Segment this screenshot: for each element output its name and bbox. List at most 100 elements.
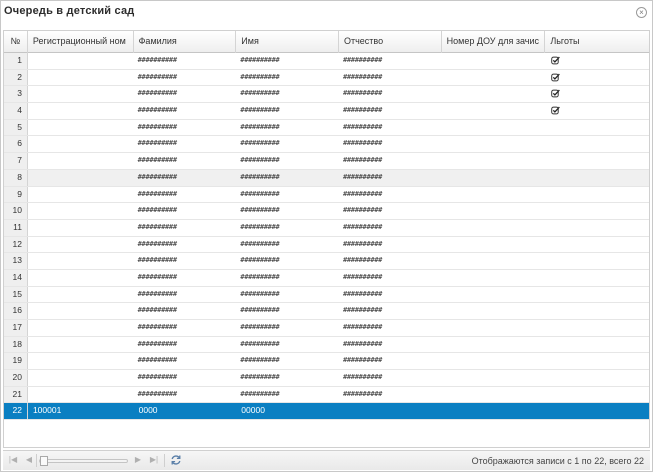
cell-number: 4: [4, 103, 28, 119]
cell-last-name: ##########: [137, 172, 177, 181]
cell-number: 15: [4, 286, 28, 303]
cell-number: 20: [4, 370, 28, 386]
cell-first-name: ##########: [240, 256, 280, 265]
cell-last-name: ##########: [137, 389, 177, 398]
prev-page-icon[interactable]: ◀: [24, 455, 34, 465]
table-row[interactable]: 13 ########## ########## ##########: [4, 253, 649, 270]
table-row[interactable]: 19 ########## ########## ##########: [4, 353, 649, 371]
table-row[interactable]: 8 ########## ########## ##########: [4, 169, 649, 187]
cell-first-name: ##########: [240, 373, 280, 382]
cell-dou-number: [442, 203, 546, 219]
cell-dou-number: [442, 103, 546, 119]
cell-dou-number: [442, 237, 546, 253]
column-dou-number-header[interactable]: Номер ДОУ для зачис: [442, 31, 546, 53]
cell-last-name: ##########: [137, 373, 177, 382]
cell-middle-name: ##########: [342, 122, 383, 131]
table-row[interactable]: 21 ########## ########## ##########: [4, 386, 649, 404]
cell-reg-number: [28, 153, 134, 169]
cell-dou-number: [442, 86, 546, 102]
cell-first-name: ##########: [240, 72, 280, 81]
cell-benefits: [545, 370, 649, 386]
cell-number: 14: [4, 269, 28, 286]
cell-middle-name: ##########: [342, 189, 383, 198]
cell-benefits: [545, 70, 649, 86]
cell-first-name: ##########: [240, 389, 280, 398]
cell-benefits: [545, 303, 649, 319]
cell-first-name: ##########: [240, 222, 280, 231]
cell-reg-number: 100001: [32, 405, 62, 416]
table-row[interactable]: 1 ########## ########## ##########: [4, 53, 649, 70]
cell-dou-number: [442, 387, 546, 403]
column-reg-number-header[interactable]: Регистрационный ном: [28, 31, 134, 53]
cell-reg-number: [28, 287, 134, 303]
cell-last-name: ##########: [137, 289, 177, 298]
page-slider[interactable]: [39, 456, 128, 466]
cell-number: 12: [4, 236, 28, 253]
table-row[interactable]: 4 ########## ########## ##########: [4, 103, 649, 120]
cell-number: 7: [4, 153, 28, 169]
column-first-name-header[interactable]: Имя: [236, 31, 339, 53]
first-page-icon[interactable]: |◀: [8, 455, 18, 465]
cell-last-name: ##########: [137, 189, 177, 198]
column-middle-name-header[interactable]: Отчество: [339, 31, 442, 53]
cell-dou-number: [442, 287, 546, 303]
close-icon[interactable]: ×: [636, 7, 647, 18]
table-row[interactable]: 18 ########## ########## ##########: [4, 336, 649, 354]
cell-last-name: ##########: [137, 206, 177, 215]
cell-last-name: ##########: [137, 139, 177, 148]
cell-dou-number: [442, 370, 546, 386]
table-row[interactable]: 14 ########## ########## ##########: [4, 269, 649, 287]
table-row[interactable]: 17 ########## ########## ##########: [4, 320, 649, 337]
table-row[interactable]: 16 ########## ########## ##########: [4, 303, 649, 320]
cell-reg-number: [28, 187, 134, 203]
cell-reg-number: [28, 303, 134, 319]
cell-first-name: ##########: [240, 272, 280, 281]
paging-status: Отображаются записи с 1 по 22, всего 22: [471, 456, 644, 466]
cell-reg-number: [28, 220, 134, 236]
table-row[interactable]: 9 ########## ########## ##########: [4, 186, 649, 204]
cell-last-name: ##########: [137, 323, 177, 331]
table-row[interactable]: 10 ########## ########## ##########: [4, 203, 649, 220]
cell-first-name: ##########: [240, 339, 280, 348]
table-row[interactable]: 12 ########## ########## ##########: [4, 236, 649, 254]
cell-reg-number: [28, 270, 134, 286]
toolbar-separator: [164, 454, 165, 467]
table-row[interactable]: 15 ########## ########## ##########: [4, 286, 649, 304]
toolbar-separator: [36, 454, 37, 467]
table-row[interactable]: 3 ########## ########## ##########: [4, 86, 649, 104]
cell-middle-name: ##########: [342, 156, 383, 165]
column-number-header[interactable]: №: [4, 31, 28, 53]
cell-reg-number: [28, 237, 134, 253]
table-row[interactable]: 5 ########## ########## ##########: [4, 119, 649, 137]
cell-dou-number: [442, 353, 546, 369]
column-last-name-header[interactable]: Фамилия: [134, 31, 237, 53]
cell-last-name: ##########: [137, 89, 177, 98]
cell-benefits: [545, 270, 649, 286]
cell-first-name: ##########: [240, 206, 280, 215]
cell-dou-number: [442, 70, 546, 86]
cell-benefits: [545, 220, 649, 236]
cell-last-name: ##########: [137, 306, 177, 315]
table-row[interactable]: 2 ########## ########## ##########: [4, 69, 649, 87]
column-benefits-header[interactable]: Льготы: [545, 31, 649, 53]
cell-middle-name: ##########: [342, 222, 383, 231]
cell-dou-number: [442, 270, 546, 286]
cell-first-name: ##########: [240, 56, 280, 64]
cell-benefits: [545, 287, 649, 303]
table-row[interactable]: 22 100001 0000 00000: [4, 403, 649, 421]
page-slider-handle[interactable]: [40, 456, 48, 466]
next-page-icon[interactable]: ▶: [133, 455, 143, 465]
cell-dou-number: [442, 403, 546, 419]
last-page-icon[interactable]: ▶|: [149, 455, 159, 465]
cell-middle-name: ##########: [342, 323, 383, 331]
cell-first-name: ##########: [240, 289, 280, 298]
refresh-icon[interactable]: [170, 454, 182, 466]
table-row[interactable]: 7 ########## ########## ##########: [4, 153, 649, 170]
table-row[interactable]: 20 ########## ########## ##########: [4, 370, 649, 387]
table-row[interactable]: 6 ########## ########## ##########: [4, 136, 649, 154]
window-titlebar[interactable]: Очередь в детский сад ×: [1, 1, 652, 23]
queue-window: Очередь в детский сад × № Регистрационный…: [0, 0, 653, 472]
cell-first-name: ##########: [240, 106, 280, 115]
cell-last-name: ##########: [137, 156, 177, 165]
table-row[interactable]: 11 ########## ########## ##########: [4, 219, 649, 237]
